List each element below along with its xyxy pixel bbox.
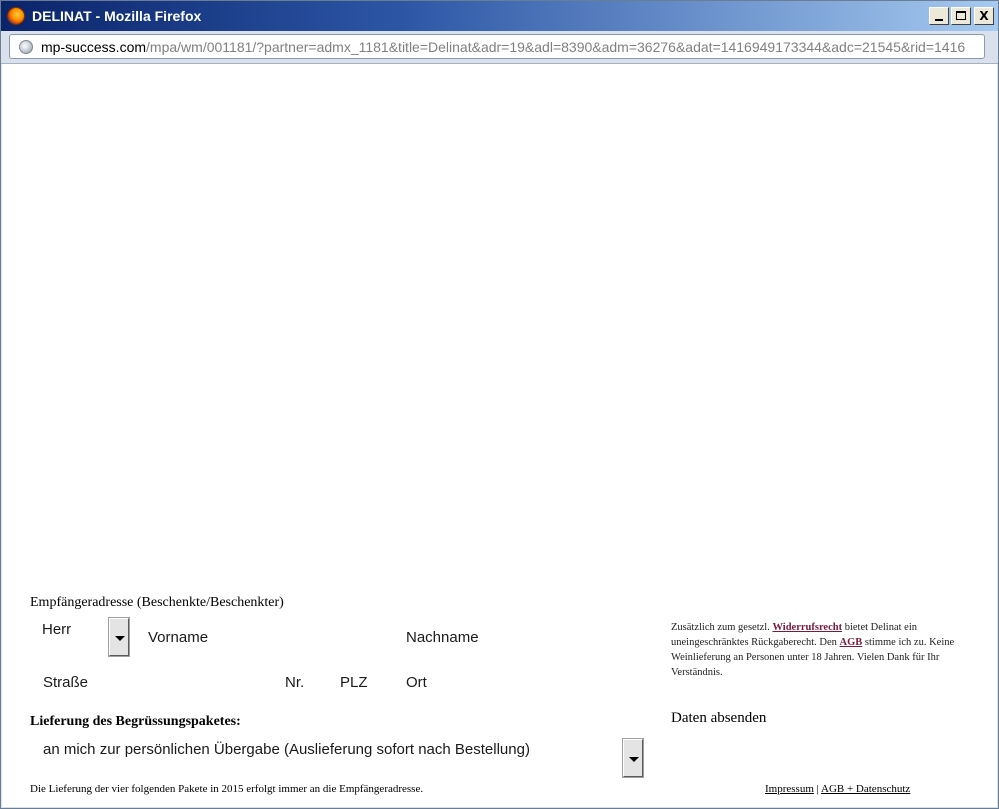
widerrufsrecht-link[interactable]: Widerrufsrecht bbox=[772, 622, 842, 633]
close-icon: X bbox=[979, 9, 989, 23]
submit-button[interactable]: Daten absenden bbox=[671, 710, 766, 727]
chevron-down-icon bbox=[629, 757, 639, 762]
recipient-section-title: Empfängeradresse (Beschenkte/Beschenkter… bbox=[30, 595, 284, 610]
firefox-icon bbox=[7, 7, 25, 25]
footer-separator: | bbox=[813, 783, 821, 795]
agb-link[interactable]: AGB bbox=[840, 637, 863, 648]
page-content: Empfängeradresse (Beschenkte/Beschenkter… bbox=[2, 64, 997, 807]
legal-notice: Zusätzlich zum gesetzl. Widerrufsrecht b… bbox=[671, 620, 981, 680]
url-host: mp-success.com bbox=[41, 39, 147, 55]
number-input[interactable]: Nr. bbox=[285, 674, 304, 691]
agb-datenschutz-link[interactable]: AGB + Datenschutz bbox=[821, 783, 910, 795]
close-button[interactable]: X bbox=[974, 7, 994, 25]
salutation-select[interactable]: Herr bbox=[42, 621, 71, 638]
browser-window: DELINAT - Mozilla Firefox X mp-success.c… bbox=[0, 0, 999, 809]
delivery-select[interactable]: an mich zur persönlichen Übergabe (Ausli… bbox=[43, 741, 530, 758]
salutation-dropdown-button[interactable] bbox=[108, 617, 130, 657]
globe-icon bbox=[19, 40, 33, 54]
delivery-section-title: Lieferung des Begrüssungspaketes: bbox=[30, 714, 241, 729]
footer-links: Impressum | AGB + Datenschutz bbox=[765, 783, 910, 795]
minimize-icon bbox=[935, 19, 943, 21]
navigation-bar: mp-success.com/mpa/wm/001181/?partner=ad… bbox=[1, 31, 998, 64]
lastname-input[interactable]: Nachname bbox=[406, 629, 479, 646]
delivery-footnote: Die Lieferung der vier folgenden Pakete … bbox=[30, 783, 424, 795]
maximize-button[interactable] bbox=[951, 7, 971, 25]
window-title: DELINAT - Mozilla Firefox bbox=[32, 8, 202, 24]
chevron-down-icon bbox=[115, 636, 125, 641]
title-bar[interactable]: DELINAT - Mozilla Firefox X bbox=[1, 1, 998, 31]
minimize-button[interactable] bbox=[929, 7, 949, 25]
city-input[interactable]: Ort bbox=[406, 674, 427, 691]
street-input[interactable]: Straße bbox=[43, 674, 88, 691]
url-text: mp-success.com/mpa/wm/001181/?partner=ad… bbox=[41, 39, 981, 55]
zip-input[interactable]: PLZ bbox=[340, 674, 368, 691]
url-path: /mpa/wm/001181/?partner=admx_1181&title=… bbox=[146, 39, 966, 55]
impressum-link[interactable]: Impressum bbox=[765, 783, 814, 795]
url-input[interactable]: mp-success.com/mpa/wm/001181/?partner=ad… bbox=[9, 34, 985, 59]
legal-text-1: Zusätzlich zum gesetzl. bbox=[671, 622, 773, 633]
delivery-dropdown-button[interactable] bbox=[622, 738, 644, 778]
maximize-icon bbox=[956, 11, 966, 20]
firstname-input[interactable]: Vorname bbox=[148, 629, 208, 646]
